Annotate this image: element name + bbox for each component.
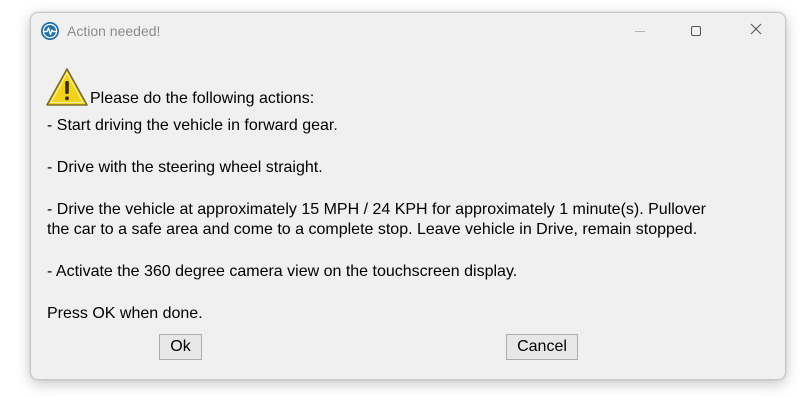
step-1-text: - Start driving the vehicle in forward g… xyxy=(47,117,338,134)
step-3-text-line-1: - Drive the vehicle at approximately 15 … xyxy=(47,201,706,218)
step-4-text: - Activate the 360 degree camera view on… xyxy=(47,263,518,280)
warning-icon xyxy=(45,67,89,107)
footer-instruction: Press OK when done. xyxy=(47,305,203,322)
minimize-button[interactable] xyxy=(611,13,669,49)
ok-button[interactable]: Ok xyxy=(159,334,202,360)
dialog-window: Action needed! Please do the following a… xyxy=(30,12,786,380)
maximize-icon xyxy=(691,26,701,36)
title-bar[interactable]: Action needed! xyxy=(31,13,785,49)
window-title: Action needed! xyxy=(67,23,161,39)
step-2-text: - Drive with the steering wheel straight… xyxy=(47,159,323,176)
step-3-text-line-2: the car to a safe area and come to a com… xyxy=(47,221,698,238)
minimize-icon xyxy=(635,30,645,32)
message-header: Please do the following actions: xyxy=(90,90,315,107)
close-icon xyxy=(750,22,762,40)
cancel-button[interactable]: Cancel xyxy=(506,334,578,360)
app-pulse-icon xyxy=(40,21,60,41)
close-button[interactable] xyxy=(727,13,785,49)
maximize-button[interactable] xyxy=(667,13,725,49)
